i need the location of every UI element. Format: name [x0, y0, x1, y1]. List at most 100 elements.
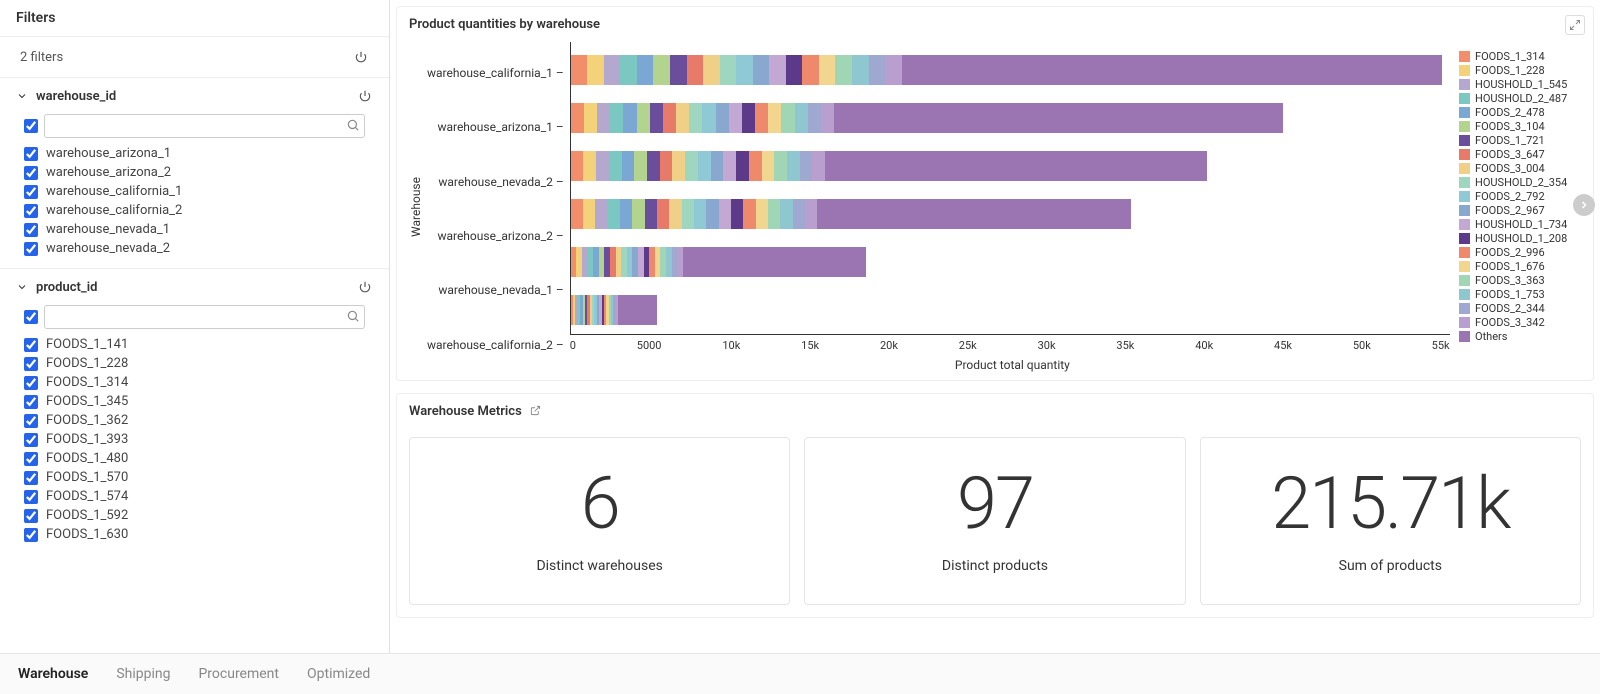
filter-item[interactable]: FOODS_1_592	[24, 506, 365, 525]
tab-procurement[interactable]: Procurement	[198, 666, 279, 682]
filter-item[interactable]: warehouse_arizona_1	[24, 144, 365, 163]
filter-item[interactable]: FOODS_1_480	[24, 449, 365, 468]
x-tick-label: 50k	[1353, 339, 1371, 352]
bar[interactable]	[571, 103, 1283, 133]
filter-checkbox[interactable]	[24, 433, 38, 447]
legend-swatch	[1459, 177, 1470, 188]
filter-checkbox[interactable]	[24, 471, 38, 485]
bar[interactable]	[571, 55, 1442, 85]
filter-checkbox[interactable]	[24, 204, 38, 218]
legend-swatch	[1459, 219, 1470, 230]
filter-item[interactable]: warehouse_nevada_2	[24, 239, 365, 258]
bar[interactable]	[571, 247, 867, 277]
power-icon[interactable]	[353, 49, 369, 65]
bar[interactable]	[571, 199, 1132, 229]
filter-checkbox[interactable]	[24, 357, 38, 371]
bar[interactable]	[571, 295, 657, 325]
tab-shipping[interactable]: Shipping	[116, 666, 170, 682]
tab-optimized[interactable]: Optimized	[307, 666, 370, 682]
facet-header[interactable]: product_id	[0, 269, 389, 305]
facet-header[interactable]: warehouse_id	[0, 78, 389, 114]
power-icon[interactable]	[357, 88, 373, 104]
filter-item[interactable]: warehouse_california_2	[24, 201, 365, 220]
bar[interactable]	[571, 151, 1208, 181]
filter-checkbox[interactable]	[24, 490, 38, 504]
legend-item[interactable]: FOODS_2_967	[1459, 204, 1581, 217]
facet-search-input[interactable]	[44, 114, 365, 138]
legend-item[interactable]: HOUSHOLD_1_545	[1459, 78, 1581, 91]
filter-item[interactable]: FOODS_1_570	[24, 468, 365, 487]
select-all-checkbox[interactable]	[24, 119, 38, 133]
legend-item[interactable]: FOODS_2_792	[1459, 190, 1581, 203]
filter-item[interactable]: FOODS_1_393	[24, 430, 365, 449]
filter-checkbox[interactable]	[24, 509, 38, 523]
y-tick-label: warehouse_arizona_2 –	[427, 212, 570, 260]
filter-item[interactable]: FOODS_1_314	[24, 373, 365, 392]
legend-item[interactable]: FOODS_2_478	[1459, 106, 1581, 119]
legend-item[interactable]: FOODS_3_104	[1459, 120, 1581, 133]
filter-label: FOODS_1_362	[46, 413, 128, 428]
filter-item[interactable]: FOODS_1_630	[24, 525, 365, 544]
y-axis-label: Warehouse	[405, 177, 427, 237]
filter-checkbox[interactable]	[24, 223, 38, 237]
legend-item[interactable]: FOODS_3_004	[1459, 162, 1581, 175]
filter-label: FOODS_1_574	[46, 489, 128, 504]
legend-swatch	[1459, 317, 1470, 328]
x-tick-label: 55k	[1432, 339, 1450, 352]
legend-label: FOODS_2_967	[1475, 204, 1545, 217]
legend-item[interactable]: HOUSHOLD_1_734	[1459, 218, 1581, 231]
search-icon	[346, 309, 360, 323]
legend-item[interactable]: HOUSHOLD_2_487	[1459, 92, 1581, 105]
filter-checkbox[interactable]	[24, 414, 38, 428]
legend-swatch	[1459, 289, 1470, 300]
filter-checkbox[interactable]	[24, 395, 38, 409]
tab-warehouse[interactable]: Warehouse	[18, 666, 88, 682]
filter-item[interactable]: warehouse_california_1	[24, 182, 365, 201]
x-tick-label: 5000	[637, 339, 662, 352]
filter-item[interactable]: FOODS_1_228	[24, 354, 365, 373]
legend-swatch	[1459, 65, 1470, 76]
legend-item[interactable]: FOODS_2_996	[1459, 246, 1581, 259]
power-icon[interactable]	[357, 279, 373, 295]
legend-item[interactable]: Others	[1459, 330, 1581, 343]
filter-item[interactable]: warehouse_nevada_1	[24, 220, 365, 239]
legend-label: FOODS_3_342	[1475, 316, 1545, 329]
legend-item[interactable]: FOODS_2_344	[1459, 302, 1581, 315]
legend-swatch	[1459, 261, 1470, 272]
select-all-checkbox[interactable]	[24, 310, 38, 324]
filter-checkbox[interactable]	[24, 242, 38, 256]
filter-checkbox[interactable]	[24, 338, 38, 352]
filters-title: Filters	[16, 10, 55, 26]
filter-item[interactable]: FOODS_1_141	[24, 335, 365, 354]
legend-item[interactable]: FOODS_3_363	[1459, 274, 1581, 287]
legend-item[interactable]: HOUSHOLD_1_208	[1459, 232, 1581, 245]
legend-item[interactable]: HOUSHOLD_2_354	[1459, 176, 1581, 189]
filter-item[interactable]: FOODS_1_574	[24, 487, 365, 506]
filter-checkbox[interactable]	[24, 528, 38, 542]
filter-item[interactable]: warehouse_arizona_2	[24, 163, 365, 182]
metrics-panel: Warehouse Metrics 6Distinct warehouses97…	[396, 393, 1594, 618]
filter-checkbox[interactable]	[24, 185, 38, 199]
filter-checkbox[interactable]	[24, 147, 38, 161]
filter-item[interactable]: FOODS_1_362	[24, 411, 365, 430]
filter-checkbox[interactable]	[24, 376, 38, 390]
legend-item[interactable]: FOODS_3_647	[1459, 148, 1581, 161]
legend-label: FOODS_1_753	[1475, 288, 1545, 301]
x-tick-label: 25k	[959, 339, 977, 352]
legend-item[interactable]: FOODS_1_721	[1459, 134, 1581, 147]
legend-item[interactable]: FOODS_1_228	[1459, 64, 1581, 77]
filter-checkbox[interactable]	[24, 452, 38, 466]
filter-checkbox[interactable]	[24, 166, 38, 180]
filter-label: warehouse_arizona_1	[46, 146, 171, 161]
filter-item[interactable]: FOODS_1_345	[24, 392, 365, 411]
legend-item[interactable]: FOODS_3_342	[1459, 316, 1581, 329]
legend-item[interactable]: FOODS_1_314	[1459, 50, 1581, 63]
facet-search-input[interactable]	[44, 305, 365, 329]
expand-icon[interactable]	[1565, 15, 1585, 35]
filter-label: FOODS_1_480	[46, 451, 128, 466]
legend-next-icon[interactable]	[1573, 194, 1595, 216]
external-link-icon[interactable]	[530, 405, 541, 419]
legend-item[interactable]: FOODS_1_753	[1459, 288, 1581, 301]
legend-swatch	[1459, 135, 1470, 146]
legend-item[interactable]: FOODS_1_676	[1459, 260, 1581, 273]
